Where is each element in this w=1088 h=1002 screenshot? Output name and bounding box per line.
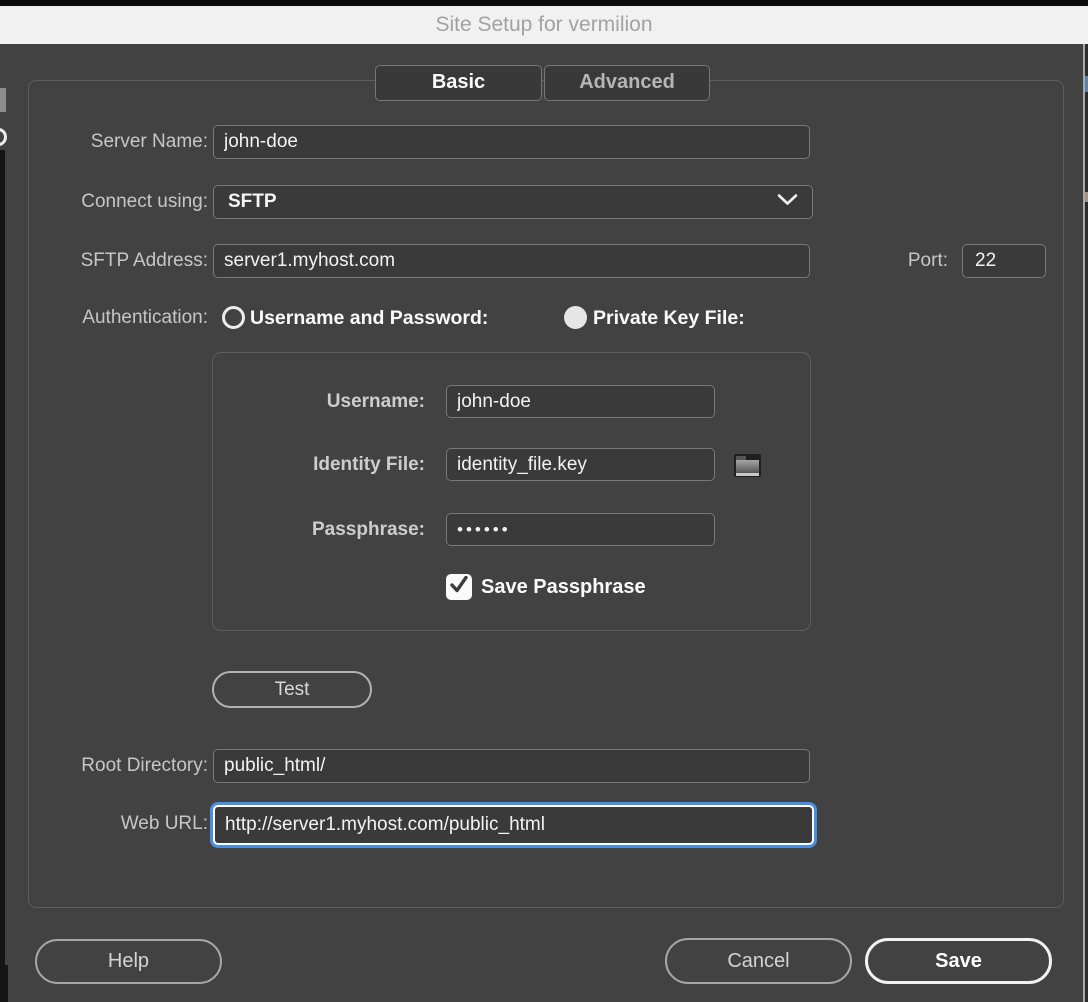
tab-advanced[interactable]: Advanced <box>544 65 710 101</box>
sftp-address-label: SFTP Address: <box>20 244 208 278</box>
server-name-input[interactable] <box>213 125 810 159</box>
background-window-fragment <box>0 88 6 112</box>
tab-basic[interactable]: Basic <box>375 65 542 101</box>
dialog-titlebar[interactable]: Site Setup for vermilion <box>0 6 1088 44</box>
sftp-address-input[interactable] <box>213 244 810 278</box>
background-window-left-edge <box>0 150 5 1002</box>
username-input[interactable] <box>446 385 715 418</box>
username-label: Username: <box>240 385 425 418</box>
cancel-button[interactable]: Cancel <box>665 938 852 984</box>
passphrase-label: Passphrase: <box>240 513 425 546</box>
radio-private-key-file[interactable] <box>564 306 587 329</box>
authentication-label: Authentication: <box>20 301 208 335</box>
site-setup-dialog: Site Setup for vermilion Basic Advanced … <box>0 0 1088 1002</box>
port-input[interactable] <box>962 244 1046 278</box>
server-name-label: Server Name: <box>20 125 208 159</box>
passphrase-input[interactable] <box>446 513 715 546</box>
radio-username-password[interactable] <box>222 306 245 329</box>
port-label: Port: <box>858 244 948 278</box>
root-directory-input[interactable] <box>213 749 810 783</box>
save-passphrase-checkbox[interactable] <box>446 574 472 600</box>
radio-username-password-label[interactable]: Username and Password: <box>250 306 488 330</box>
dialog-title: Site Setup for vermilion <box>0 6 1088 44</box>
root-directory-label: Root Directory: <box>20 749 208 783</box>
checkmark-icon <box>449 576 469 599</box>
test-button[interactable]: Test <box>212 671 372 708</box>
web-url-label: Web URL: <box>20 807 208 841</box>
help-button[interactable]: Help <box>35 939 222 984</box>
connect-using-label: Connect using: <box>20 185 208 219</box>
web-url-input[interactable] <box>213 805 814 845</box>
folder-icon[interactable] <box>733 451 762 479</box>
background-window-left-edge <box>0 965 8 1002</box>
save-passphrase-label[interactable]: Save Passphrase <box>481 574 646 601</box>
connect-using-value: SFTP <box>228 191 277 213</box>
background-window-fragment <box>0 128 7 146</box>
identity-file-input[interactable] <box>446 448 715 481</box>
connect-using-dropdown[interactable]: SFTP <box>213 185 813 219</box>
chevron-down-icon <box>777 193 798 211</box>
identity-file-label: Identity File: <box>240 448 425 481</box>
save-button[interactable]: Save <box>865 938 1052 984</box>
radio-private-key-file-label[interactable]: Private Key File: <box>593 306 745 330</box>
